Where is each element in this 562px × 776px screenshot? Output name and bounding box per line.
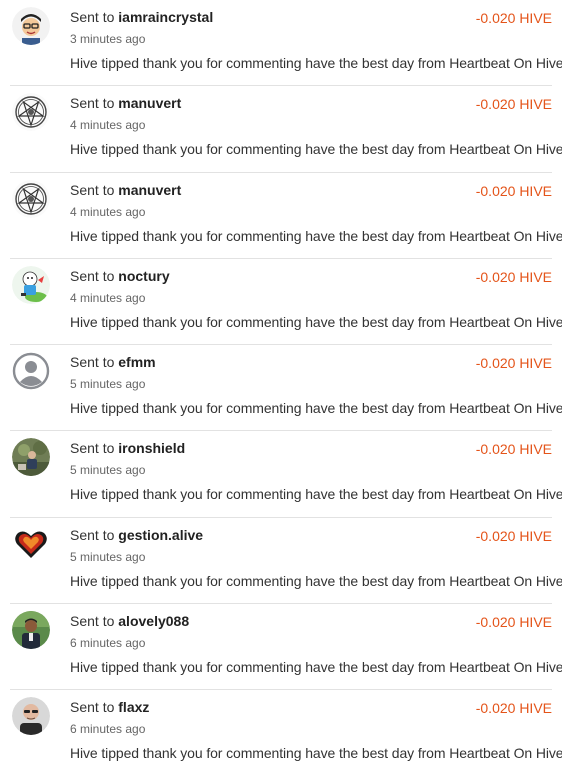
transfer-memo: Hive tipped thank you for commenting hav… [70, 572, 562, 589]
transfer-amount: -0.020 HIVE [475, 10, 552, 26]
recipient-username[interactable]: iamraincrystal [118, 9, 213, 25]
transfer-time: 4 minutes ago [70, 290, 146, 305]
recipient-line: Sent to gestion.alive [70, 527, 203, 543]
transfer-item: Sent to gestion.alive -0.020 HIVE 5 minu… [0, 518, 562, 604]
transfer-item: Sent to iamraincrystal -0.020 HIVE 3 min… [0, 0, 562, 87]
recipient-line: Sent to ironshield [70, 440, 185, 456]
transfer-time: 4 minutes ago [70, 204, 146, 219]
transfer-memo: Hive tipped thank you for commenting hav… [70, 658, 562, 675]
person-photo-avatar[interactable] [12, 610, 50, 649]
transfer-time: 3 minutes ago [70, 32, 146, 46]
recipient-username[interactable]: alovely088 [118, 613, 189, 629]
photo-avatar[interactable] [12, 438, 50, 477]
transfer-time: 5 minutes ago [70, 377, 146, 391]
recipient-line: Sent to manuvert [70, 95, 181, 111]
transfer-item: Sent to alovely088 -0.020 HIVE 6 minutes… [0, 604, 562, 690]
person-photo-avatar[interactable] [12, 697, 50, 735]
transfer-amount: -0.020 HIVE [475, 441, 552, 458]
transfer-item: Sent to ironshield -0.020 HIVE 5 minutes… [0, 431, 562, 518]
transfer-list: Sent to iamraincrystal -0.020 HIVE 3 min… [0, 0, 562, 776]
transfer-item: Sent to manuvert -0.020 HIVE 4 minutes a… [0, 86, 562, 173]
transfer-item: Sent to manuvert -0.020 HIVE 4 minutes a… [0, 173, 562, 259]
transfer-amount: -0.020 HIVE [475, 613, 552, 630]
transfer-memo: Hive tipped thank you for commenting hav… [70, 313, 562, 330]
sent-to-label: Sent to [70, 95, 115, 112]
transfer-time: 4 minutes ago [70, 118, 146, 133]
transfer-amount: -0.020 HIVE [475, 355, 552, 371]
pentagram-avatar[interactable] [12, 93, 50, 132]
recipient-line: Sent to flaxz [70, 699, 149, 715]
transfer-item: Sent to noctury -0.020 HIVE 4 minutes ag… [0, 259, 562, 345]
recipient-username[interactable]: flaxz [118, 699, 149, 715]
transfer-memo: Hive tipped thank you for commenting hav… [70, 55, 562, 71]
cartoon-character-avatar[interactable] [12, 265, 50, 304]
recipient-username[interactable]: gestion.alive [118, 527, 203, 543]
transfer-memo: Hive tipped thank you for commenting hav… [70, 400, 562, 416]
pentagram-avatar[interactable] [12, 179, 50, 218]
sent-to-label: Sent to [70, 612, 115, 629]
heart-avatar[interactable] [12, 524, 50, 563]
transfer-amount: -0.020 HIVE [475, 96, 552, 113]
transfer-amount: -0.020 HIVE [475, 182, 552, 199]
sent-to-label: Sent to [70, 526, 115, 543]
recipient-line: Sent to alovely088 [70, 613, 189, 629]
transfer-time: 6 minutes ago [70, 722, 146, 736]
recipient-username[interactable]: manuvert [118, 95, 181, 111]
sent-to-label: Sent to [70, 440, 115, 457]
transfer-item: Sent to flaxz -0.020 HIVE 6 minutes ago … [0, 690, 562, 776]
recipient-line: Sent to manuvert [70, 182, 181, 198]
recipient-username[interactable]: efmm [118, 354, 155, 370]
transfer-memo: Hive tipped thank you for commenting hav… [70, 745, 562, 761]
transfer-memo: Hive tipped thank you for commenting hav… [70, 486, 562, 503]
sent-to-label: Sent to [70, 354, 115, 370]
transfer-amount: -0.020 HIVE [475, 700, 552, 716]
sent-to-label: Sent to [70, 181, 115, 198]
transfer-amount: -0.020 HIVE [475, 527, 552, 544]
recipient-username[interactable]: manuvert [118, 182, 181, 198]
sent-to-label: Sent to [70, 699, 115, 715]
recipient-line: Sent to efmm [70, 354, 156, 370]
transfer-memo: Hive tipped thank you for commenting hav… [70, 227, 562, 244]
transfer-time: 5 minutes ago [70, 549, 146, 564]
cartoon-face-avatar[interactable] [12, 7, 50, 45]
transfer-time: 5 minutes ago [70, 463, 146, 478]
recipient-username[interactable]: ironshield [118, 440, 185, 456]
transfer-amount: -0.020 HIVE [475, 268, 552, 285]
default-user-icon[interactable] [12, 352, 50, 390]
recipient-username[interactable]: noctury [118, 268, 169, 284]
transfer-memo: Hive tipped thank you for commenting hav… [70, 141, 562, 158]
sent-to-label: Sent to [70, 9, 115, 25]
transfer-time: 6 minutes ago [70, 635, 146, 650]
recipient-line: Sent to iamraincrystal [70, 9, 213, 25]
recipient-line: Sent to noctury [70, 268, 170, 284]
transfer-item: Sent to efmm -0.020 HIVE 5 minutes ago H… [0, 345, 562, 432]
sent-to-label: Sent to [70, 267, 115, 284]
